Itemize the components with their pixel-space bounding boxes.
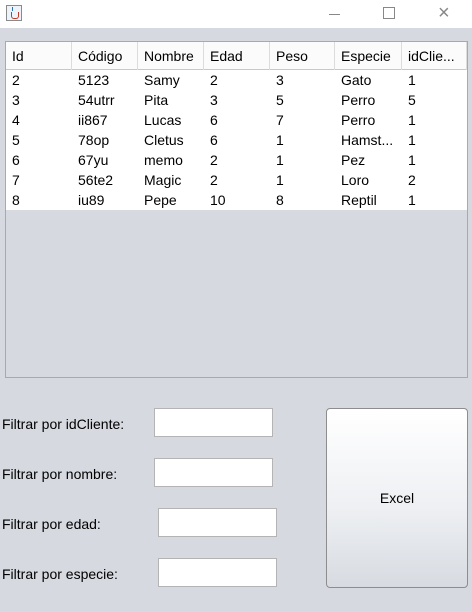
cell-id: 3 [12, 92, 20, 108]
column-header-codigo[interactable]: Código [72, 42, 138, 70]
cell-idcliente: 2 [408, 172, 416, 188]
cell-peso: 1 [276, 152, 284, 168]
cell-peso: 8 [276, 192, 284, 208]
filter-nombre-input[interactable] [154, 458, 273, 487]
maximize-button[interactable] [366, 0, 412, 28]
table-row[interactable]: 7 56te2 Magic 2 1 Loro 2 [6, 170, 467, 190]
cell-especie: Perro [341, 92, 376, 108]
close-button[interactable]: × [424, 0, 470, 28]
cell-idcliente: 1 [408, 132, 416, 148]
close-icon: × [438, 2, 450, 24]
cell-especie: Loro [341, 172, 370, 188]
cell-especie: Perro [341, 112, 376, 128]
column-header-idcliente[interactable]: idClie... [402, 42, 467, 70]
cell-nombre: Pepe [144, 192, 177, 208]
cell-especie: Hamst... [341, 132, 394, 148]
filter-idcliente-input[interactable] [154, 408, 273, 437]
maximize-icon [383, 7, 395, 19]
cell-edad: 6 [210, 112, 218, 128]
cell-peso: 1 [276, 172, 284, 188]
cell-codigo: 54utrr [78, 92, 115, 108]
table-row[interactable]: 3 54utrr Pita 3 5 Perro 5 [6, 90, 467, 110]
filter-especie-input[interactable] [158, 558, 277, 587]
cup-mark [11, 12, 19, 19]
cell-idcliente: 1 [408, 192, 416, 208]
cell-edad: 3 [210, 92, 218, 108]
column-header-especie[interactable]: Especie [335, 42, 402, 70]
cell-nombre: Pita [144, 92, 169, 108]
cell-peso: 1 [276, 132, 284, 148]
title-bar: × [0, 0, 472, 28]
cell-codigo: 5123 [78, 72, 110, 88]
pets-table-scroll-pane[interactable]: Id Código Nombre Edad Peso Especie idCli… [5, 41, 468, 378]
filter-edad-input[interactable] [158, 508, 277, 537]
cell-edad: 6 [210, 132, 218, 148]
cell-nombre: Lucas [144, 112, 182, 128]
cell-especie: Gato [341, 72, 372, 88]
java-app-icon [6, 5, 22, 21]
cell-edad: 2 [210, 72, 218, 88]
cell-nombre: memo [144, 152, 183, 168]
column-header-edad[interactable]: Edad [204, 42, 270, 70]
column-header-peso[interactable]: Peso [270, 42, 335, 70]
cell-peso: 3 [276, 72, 284, 88]
cell-nombre: Cletus [144, 132, 184, 148]
cell-codigo: 78op [78, 132, 110, 148]
filter-nombre-label: Filtrar por nombre: [2, 466, 118, 482]
table-row[interactable]: 2 5123 Samy 2 3 Gato 1 [6, 70, 467, 90]
cell-idcliente: 1 [408, 112, 416, 128]
cell-codigo: 56te2 [78, 172, 114, 188]
steam-mark [12, 7, 16, 11]
minimize-button[interactable] [312, 0, 358, 28]
cell-idcliente: 1 [408, 72, 416, 88]
cell-id: 4 [12, 112, 20, 128]
cell-codigo: iu89 [78, 192, 105, 208]
cell-nombre: Magic [144, 172, 182, 188]
cell-edad: 2 [210, 172, 218, 188]
cell-idcliente: 5 [408, 92, 416, 108]
filter-especie-label: Filtrar por especie: [2, 566, 118, 582]
filter-idcliente-label: Filtrar por idCliente: [2, 416, 125, 432]
table-header: Id Código Nombre Edad Peso Especie idCli… [6, 42, 467, 70]
cell-peso: 5 [276, 92, 284, 108]
cell-codigo: ii867 [78, 112, 108, 128]
table-row[interactable]: 5 78op Cletus 6 1 Hamst... 1 [6, 130, 467, 150]
cell-edad: 2 [210, 152, 218, 168]
column-header-id[interactable]: Id [6, 42, 72, 70]
table-row[interactable]: 6 67yu memo 2 1 Pez 1 [6, 150, 467, 170]
cell-especie: Reptil [341, 192, 377, 208]
cell-codigo: 67yu [78, 152, 109, 168]
cell-id: 5 [12, 132, 20, 148]
cell-edad: 10 [210, 192, 226, 208]
excel-export-button[interactable]: Excel [326, 408, 468, 588]
cell-id: 8 [12, 192, 20, 208]
cell-id: 7 [12, 172, 20, 188]
cell-idcliente: 1 [408, 152, 416, 168]
column-header-nombre[interactable]: Nombre [138, 42, 204, 70]
table-body: 2 5123 Samy 2 3 Gato 1 3 54utrr Pita 3 5… [6, 70, 467, 210]
table-row[interactable]: 8 iu89 Pepe 10 8 Reptil 1 [6, 190, 467, 210]
cell-especie: Pez [341, 152, 366, 168]
table-row[interactable]: 4 ii867 Lucas 6 7 Perro 1 [6, 110, 467, 130]
cell-id: 6 [12, 152, 20, 168]
cell-nombre: Samy [144, 72, 180, 88]
minimize-icon [329, 14, 340, 15]
cell-peso: 7 [276, 112, 284, 128]
excel-button-label: Excel [379, 490, 415, 506]
filter-edad-label: Filtrar por edad: [2, 516, 101, 532]
cell-id: 2 [12, 72, 20, 88]
